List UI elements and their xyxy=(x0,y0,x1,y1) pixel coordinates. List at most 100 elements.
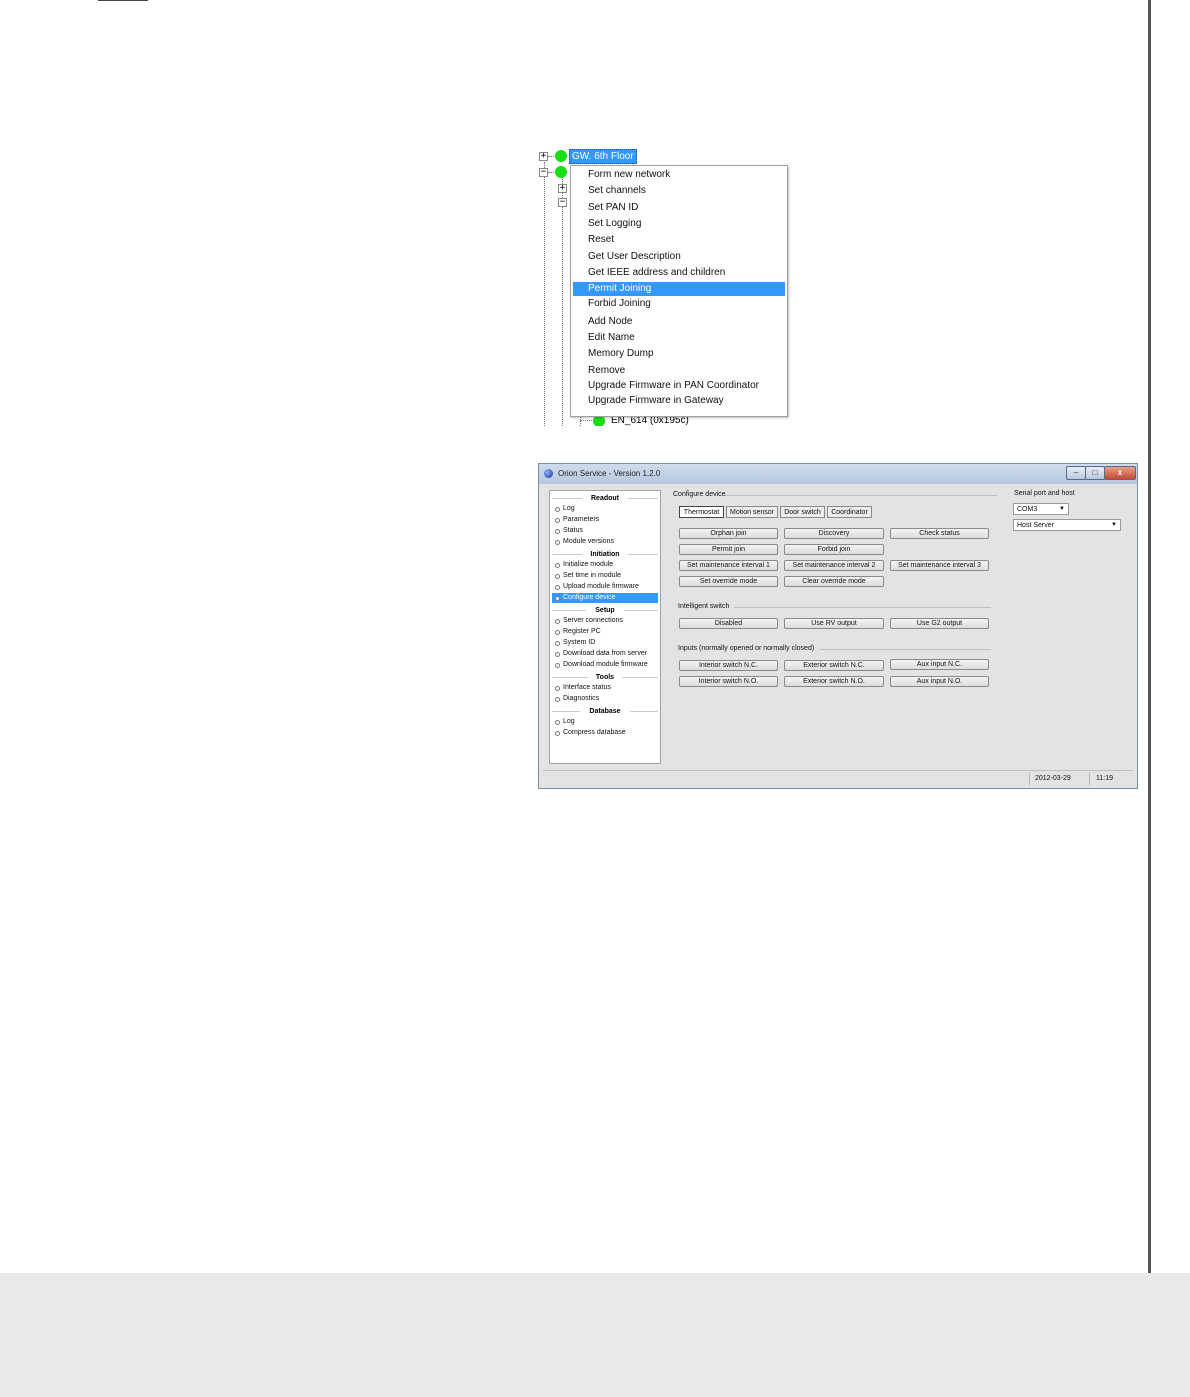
minimize-button[interactable]: – xyxy=(1066,466,1086,480)
aux-input-nc-button[interactable]: Aux input N.C. xyxy=(890,659,989,670)
forbid-join-button[interactable]: Forbid join xyxy=(784,544,884,555)
status-separator xyxy=(1029,773,1030,785)
use-rv-output-button[interactable]: Use RV output xyxy=(784,618,884,629)
nav-item-system-id[interactable]: System ID xyxy=(552,638,658,648)
chevron-down-icon: ▼ xyxy=(1059,506,1065,512)
nav-item-parameters[interactable]: Parameters xyxy=(552,515,658,525)
menu-item-upgrade-pan-coordinator[interactable]: Upgrade Firmware in PAN Coordinator xyxy=(573,379,785,393)
tab-coordinator[interactable]: Coordinator xyxy=(827,506,872,518)
nav-item-database-log[interactable]: Log xyxy=(552,717,658,727)
menu-item-upgrade-gateway[interactable]: Upgrade Firmware in Gateway xyxy=(573,394,785,408)
menu-item-add-node[interactable]: Add Node xyxy=(573,315,785,329)
nav-item-log[interactable]: Log xyxy=(552,504,658,514)
menu-item-set-channels[interactable]: Set channels xyxy=(573,184,785,198)
maximize-button[interactable]: □ xyxy=(1085,466,1105,480)
tab-thermostat[interactable]: Thermostat xyxy=(679,506,724,518)
configure-device-title: Configure device xyxy=(673,491,726,498)
maintenance-interval-1-button[interactable]: Set maintenance interval 1 xyxy=(679,560,778,571)
radio-icon xyxy=(555,630,560,635)
discovery-button[interactable]: Discovery xyxy=(784,528,884,539)
menu-item-set-logging[interactable]: Set Logging xyxy=(573,217,785,231)
nav-heading-readout: Readout xyxy=(552,494,658,503)
menu-item-reset[interactable]: Reset xyxy=(573,233,785,247)
page-footer xyxy=(0,1273,1190,1397)
menu-item-permit-joining[interactable]: Permit Joining xyxy=(573,282,785,296)
radio-icon xyxy=(555,697,560,702)
aux-input-no-button[interactable]: Aux input N.O. xyxy=(890,676,989,687)
nav-heading-setup: Setup xyxy=(552,606,658,615)
tree-guide-line xyxy=(562,176,563,426)
interior-switch-no-button[interactable]: Interior switch N.O. xyxy=(679,676,778,687)
window-title: Orion Service - Version 1.2.0 xyxy=(558,469,661,478)
divider xyxy=(734,607,991,608)
tree-guide-line xyxy=(544,162,545,426)
collapse-minus-icon[interactable]: − xyxy=(558,198,567,207)
context-menu: Form new network Set channels Set PAN ID… xyxy=(570,165,788,417)
radio-icon xyxy=(555,585,560,590)
expand-plus-icon[interactable]: + xyxy=(539,152,548,161)
radio-icon xyxy=(555,686,560,691)
menu-item-remove[interactable]: Remove xyxy=(573,364,785,378)
radio-icon xyxy=(555,720,560,725)
title-bar[interactable]: Orion Service - Version 1.2.0 – □ x xyxy=(539,464,1137,484)
nav-heading-database: Database xyxy=(552,707,658,716)
maintenance-interval-2-button[interactable]: Set maintenance interval 2 xyxy=(784,560,884,571)
nav-item-module-versions[interactable]: Module versions xyxy=(552,537,658,547)
serial-host-title: Serial port and host xyxy=(1014,490,1075,497)
nav-item-download-data[interactable]: Download data from server xyxy=(552,649,658,659)
host-select[interactable]: Host Server ▼ xyxy=(1013,519,1121,531)
radio-icon xyxy=(555,518,560,523)
radio-icon xyxy=(555,641,560,646)
radio-icon xyxy=(555,596,560,601)
tree-node-gateway[interactable]: GW. 6th Floor xyxy=(569,149,637,164)
expand-plus-icon[interactable]: + xyxy=(558,184,567,193)
status-time: 11:19 xyxy=(1096,775,1113,782)
orphan-join-button[interactable]: Orphan join xyxy=(679,528,778,539)
tab-motion-sensor[interactable]: Motion sensor xyxy=(726,506,778,518)
radio-icon xyxy=(555,663,560,668)
status-dot-icon xyxy=(555,166,567,178)
interior-switch-nc-button[interactable]: Interior switch N.C. xyxy=(679,660,778,671)
maintenance-interval-3-button[interactable]: Set maintenance interval 3 xyxy=(890,560,989,571)
exterior-switch-no-button[interactable]: Exterior switch N.O. xyxy=(784,676,884,687)
exterior-switch-nc-button[interactable]: Exterior switch N.C. xyxy=(784,660,884,671)
menu-item-set-pan-id[interactable]: Set PAN ID xyxy=(573,201,785,215)
menu-item-get-ieee-address[interactable]: Get IEEE address and children xyxy=(573,266,785,280)
app-logo-icon xyxy=(544,469,553,478)
collapse-minus-icon[interactable]: − xyxy=(539,168,548,177)
close-button[interactable]: x xyxy=(1104,466,1136,480)
nav-item-status[interactable]: Status xyxy=(552,526,658,536)
status-date: 2012-03-29 xyxy=(1035,775,1071,782)
nav-item-server-connections[interactable]: Server connections xyxy=(552,616,658,626)
radio-icon xyxy=(555,563,560,568)
menu-item-get-user-description[interactable]: Get User Description xyxy=(573,250,785,264)
menu-item-edit-name[interactable]: Edit Name xyxy=(573,331,785,345)
nav-item-set-time[interactable]: Set time in module xyxy=(552,571,658,581)
radio-icon xyxy=(555,507,560,512)
intelligent-switch-title: Intelligent switch xyxy=(678,603,730,610)
top-underline-rule xyxy=(98,0,148,1)
nav-item-initialize-module[interactable]: Initialize module xyxy=(552,560,658,570)
disabled-button[interactable]: Disabled xyxy=(679,618,778,629)
nav-item-upload-firmware[interactable]: Upload module firmware xyxy=(552,582,658,592)
clear-override-mode-button[interactable]: Clear override mode xyxy=(784,576,884,587)
divider xyxy=(725,495,997,496)
set-override-mode-button[interactable]: Set override mode xyxy=(679,576,778,587)
permit-join-button[interactable]: Permit join xyxy=(679,544,778,555)
nav-item-register-pc[interactable]: Register PC xyxy=(552,627,658,637)
radio-icon xyxy=(555,540,560,545)
nav-item-download-firmware[interactable]: Download module firmware xyxy=(552,660,658,670)
nav-item-diagnostics[interactable]: Diagnostics xyxy=(552,694,658,704)
com-port-select[interactable]: COM3 ▼ xyxy=(1013,503,1069,515)
radio-icon xyxy=(555,731,560,736)
use-g2-output-button[interactable]: Use G2 output xyxy=(890,618,989,629)
nav-item-configure-device[interactable]: Configure device xyxy=(552,593,658,603)
menu-item-forbid-joining[interactable]: Forbid Joining xyxy=(573,297,785,311)
menu-item-memory-dump[interactable]: Memory Dump xyxy=(573,347,785,361)
nav-item-interface-status[interactable]: Interface status xyxy=(552,683,658,693)
nav-item-compress-database[interactable]: Compress database xyxy=(552,728,658,738)
tab-door-switch[interactable]: Door switch xyxy=(780,506,825,518)
menu-item-form-new-network[interactable]: Form new network xyxy=(573,168,785,182)
radio-icon xyxy=(555,619,560,624)
check-status-button[interactable]: Check status xyxy=(890,528,989,539)
